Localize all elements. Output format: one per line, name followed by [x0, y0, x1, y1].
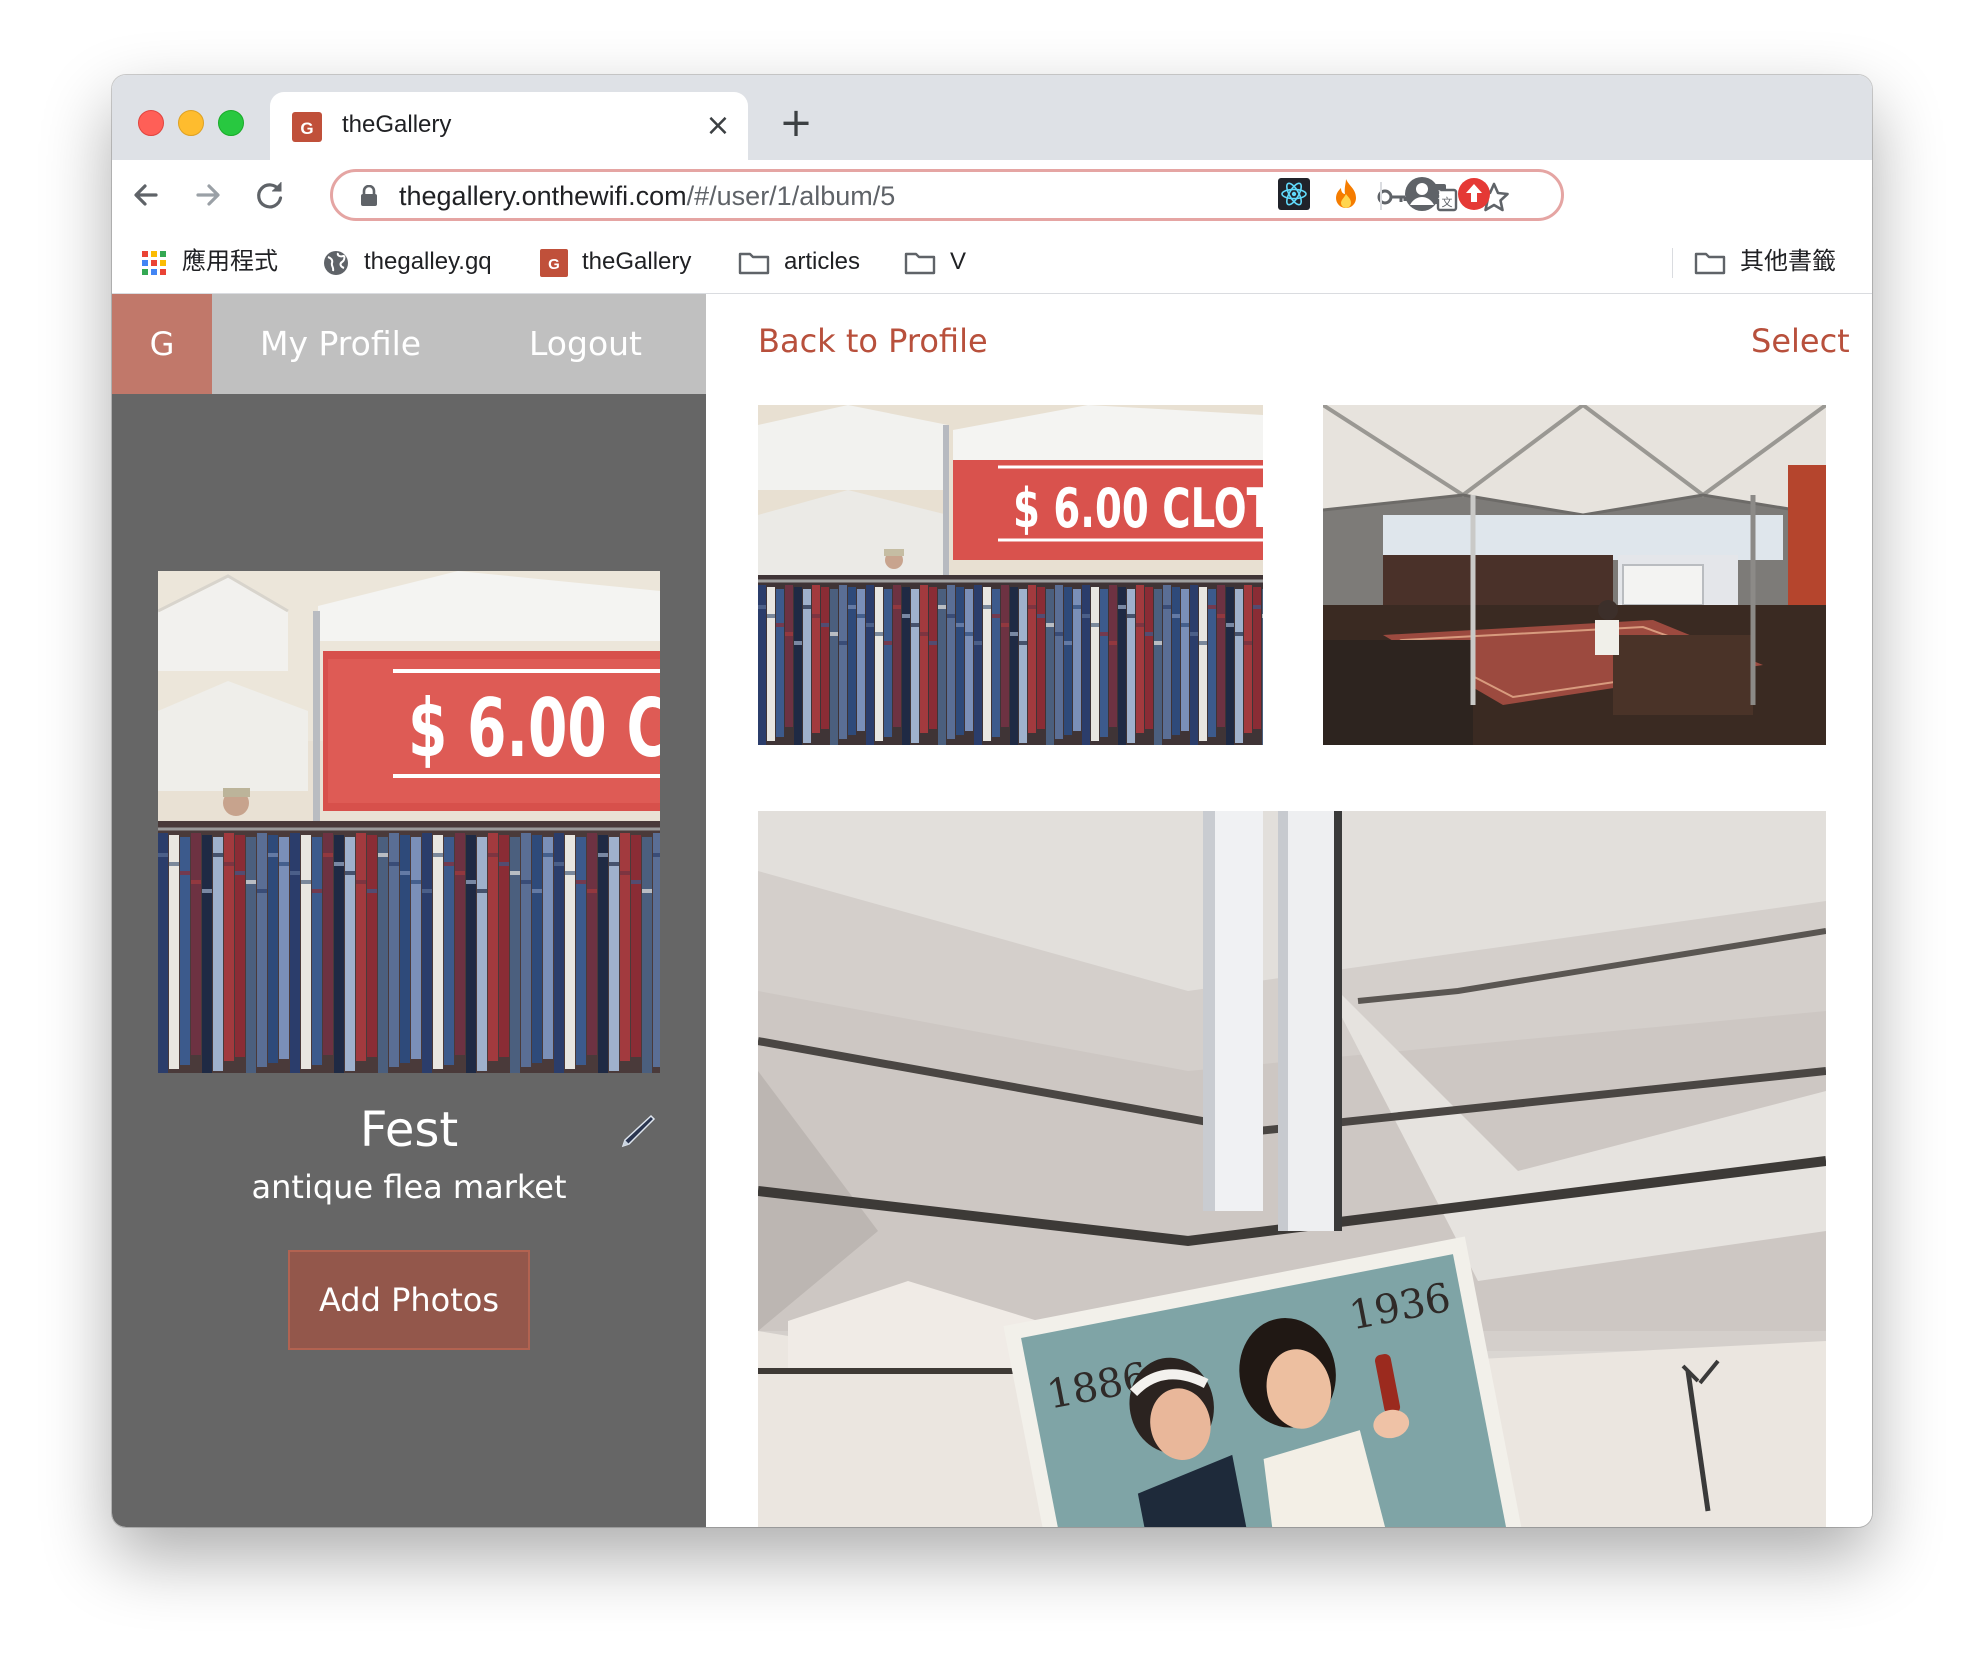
tab-thegallery[interactable]: G theGallery × — [270, 92, 748, 160]
address-bar[interactable]: thegallery.onthewifi.com/#/user/1/album/… — [330, 169, 1564, 221]
shirts-rack-photo[interactable]: $ 6.00 CLOT — [758, 405, 1263, 745]
reload-button[interactable] — [248, 173, 292, 217]
tab-strip: G theGallery × + — [112, 75, 1872, 160]
bookmark-folder-other[interactable]: 其他書籤 — [1694, 245, 1836, 279]
bookmark-label: V — [950, 248, 967, 275]
sidebar: G My Profile Logout $ 6.00 C Fest antiqu… — [112, 294, 706, 1527]
sidebar-nav: G My Profile Logout — [112, 294, 706, 394]
forward-button[interactable] — [186, 173, 230, 217]
bookmark-folder-v[interactable]: V — [904, 245, 966, 279]
logo-button[interactable]: G — [112, 294, 212, 394]
gallery-favicon-icon: G — [540, 248, 568, 277]
folder-icon — [738, 252, 770, 274]
sign-text: $ 6.00 CLOT — [1013, 477, 1263, 540]
url-host: thegallery.onthewifi.com — [399, 181, 687, 211]
url-text[interactable]: thegallery.onthewifi.com/#/user/1/album/… — [399, 181, 895, 212]
pen-icon[interactable] — [617, 1112, 657, 1152]
bookmark-folder-articles[interactable]: articles — [738, 245, 860, 279]
update-icon[interactable] — [1454, 174, 1494, 214]
select-link[interactable]: Select — [1751, 322, 1850, 360]
gallery-favicon-icon: G — [292, 112, 322, 142]
back-to-profile-link[interactable]: Back to Profile — [758, 322, 988, 360]
bookmark-thegallery[interactable]: GtheGallery — [540, 245, 691, 279]
browser-toolbar: thegallery.onthewifi.com/#/user/1/album/… — [112, 160, 1872, 230]
back-arrow-icon — [134, 184, 158, 206]
cover-sign-text: $ 6.00 C — [408, 682, 660, 775]
lock-icon[interactable] — [359, 185, 379, 207]
bookmark-thegalley-gq[interactable]: thegalley.gq — [322, 245, 492, 279]
globe-icon — [324, 250, 348, 275]
close-tab-icon[interactable]: × — [698, 106, 738, 146]
svg-text:文: 文 — [1442, 195, 1453, 209]
bookmark-label: theGallery — [582, 248, 692, 275]
close-window-button[interactable] — [138, 110, 164, 136]
album-description: antique flea market — [251, 1168, 567, 1206]
folder-icon — [904, 252, 936, 274]
bookmark-label: 應用程式 — [182, 248, 278, 275]
bookmark-label: articles — [784, 248, 861, 275]
browser-window: G theGallery × + thegallery.onthewifi.co… — [112, 75, 1872, 1527]
screenshot-stage: G theGallery × + thegallery.onthewifi.co… — [0, 0, 1978, 1672]
toolbar-divider — [1380, 182, 1382, 210]
page-content: G My Profile Logout $ 6.00 C Fest antiqu… — [112, 294, 1872, 1527]
apps-icon — [142, 250, 166, 275]
reload-icon — [257, 182, 283, 209]
bookmark-label: 其他書籤 — [1740, 248, 1836, 275]
tab-title: theGallery — [342, 111, 452, 138]
minimize-window-button[interactable] — [178, 110, 204, 136]
bookmark-label: thegalley.gq — [364, 248, 492, 275]
zoom-window-button[interactable] — [218, 110, 244, 136]
react-devtools-icon[interactable] — [1274, 174, 1314, 214]
back-button[interactable] — [124, 173, 168, 217]
url-path: /#/user/1/album/5 — [686, 181, 896, 211]
new-tab-button[interactable]: + — [774, 101, 818, 145]
vintage-poster-photo[interactable]: 1886 1936 — [758, 811, 1826, 1527]
add-photos-button[interactable]: Add Photos — [288, 1250, 530, 1350]
nav-logout[interactable]: Logout — [529, 294, 642, 394]
fire-extension-icon[interactable] — [1326, 174, 1366, 214]
rug-tent-photo[interactable] — [1323, 405, 1826, 745]
profile-icon[interactable] — [1402, 174, 1442, 214]
folder-icon — [1694, 252, 1726, 274]
album-cover-photo[interactable]: $ 6.00 C — [158, 571, 660, 1073]
bookmarks-bar: 應用程式 thegalley.gq GtheGallery articles V… — [112, 230, 1872, 294]
nav-my-profile[interactable]: My Profile — [260, 294, 421, 394]
forward-arrow-icon — [196, 184, 220, 206]
bookmark-apps[interactable]: 應用程式 — [142, 245, 278, 279]
bookmarks-divider — [1672, 248, 1673, 278]
